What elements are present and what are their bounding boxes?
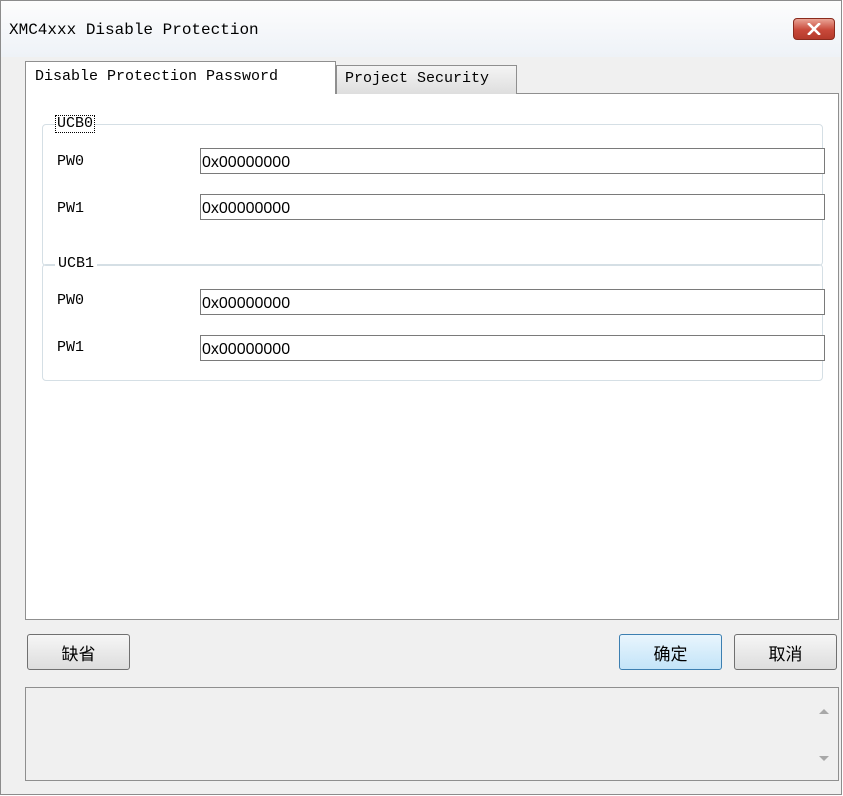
tab-project-security[interactable]: Project Security bbox=[336, 65, 517, 94]
tab-label: Project Security bbox=[345, 70, 490, 87]
default-button[interactable]: 缺省 bbox=[27, 634, 130, 670]
cancel-button[interactable]: 取消 bbox=[734, 634, 837, 670]
ok-button[interactable]: 确定 bbox=[619, 634, 722, 670]
default-button-label: 缺省 bbox=[61, 644, 96, 665]
tab-label: Disable Protection Password bbox=[35, 68, 279, 85]
tab-disable-protection-password[interactable]: Disable Protection Password bbox=[25, 61, 336, 94]
close-icon bbox=[807, 23, 821, 35]
close-button[interactable] bbox=[793, 18, 835, 40]
dialog-window: XMC4xxx Disable Protection Disable Prote… bbox=[0, 0, 842, 795]
field-label-pw1: PW1 bbox=[57, 339, 85, 356]
cancel-button-label: 取消 bbox=[768, 644, 803, 665]
ucb1-group: UCB1 PW0 PW1 bbox=[42, 255, 825, 381]
window-title: XMC4xxx Disable Protection bbox=[9, 21, 259, 39]
scroll-up-arrow-icon[interactable] bbox=[810, 700, 838, 722]
ok-button-label: 确定 bbox=[653, 644, 688, 665]
ucb1-pw1-input[interactable] bbox=[200, 335, 825, 361]
ucb0-group: UCB0 PW0 PW1 bbox=[42, 115, 825, 266]
ucb0-pw1-input[interactable] bbox=[200, 194, 825, 220]
vertical-scrollbar[interactable] bbox=[810, 688, 838, 780]
title-bar[interactable]: XMC4xxx Disable Protection bbox=[1, 1, 841, 57]
group-legend-ucb0: UCB0 bbox=[55, 115, 96, 133]
ucb0-pw0-input[interactable] bbox=[200, 148, 825, 174]
field-label-pw0: PW0 bbox=[57, 292, 85, 309]
field-label-pw1: PW1 bbox=[57, 200, 85, 217]
group-legend-ucb1: UCB1 bbox=[55, 255, 98, 273]
ucb1-pw0-input[interactable] bbox=[200, 289, 825, 315]
tab-panel: UCB0 PW0 PW1 UCB1 PW0 PW1 bbox=[25, 93, 839, 620]
field-label-pw0: PW0 bbox=[57, 153, 85, 170]
scroll-down-arrow-icon[interactable] bbox=[810, 748, 838, 770]
log-output-area[interactable] bbox=[25, 687, 839, 781]
